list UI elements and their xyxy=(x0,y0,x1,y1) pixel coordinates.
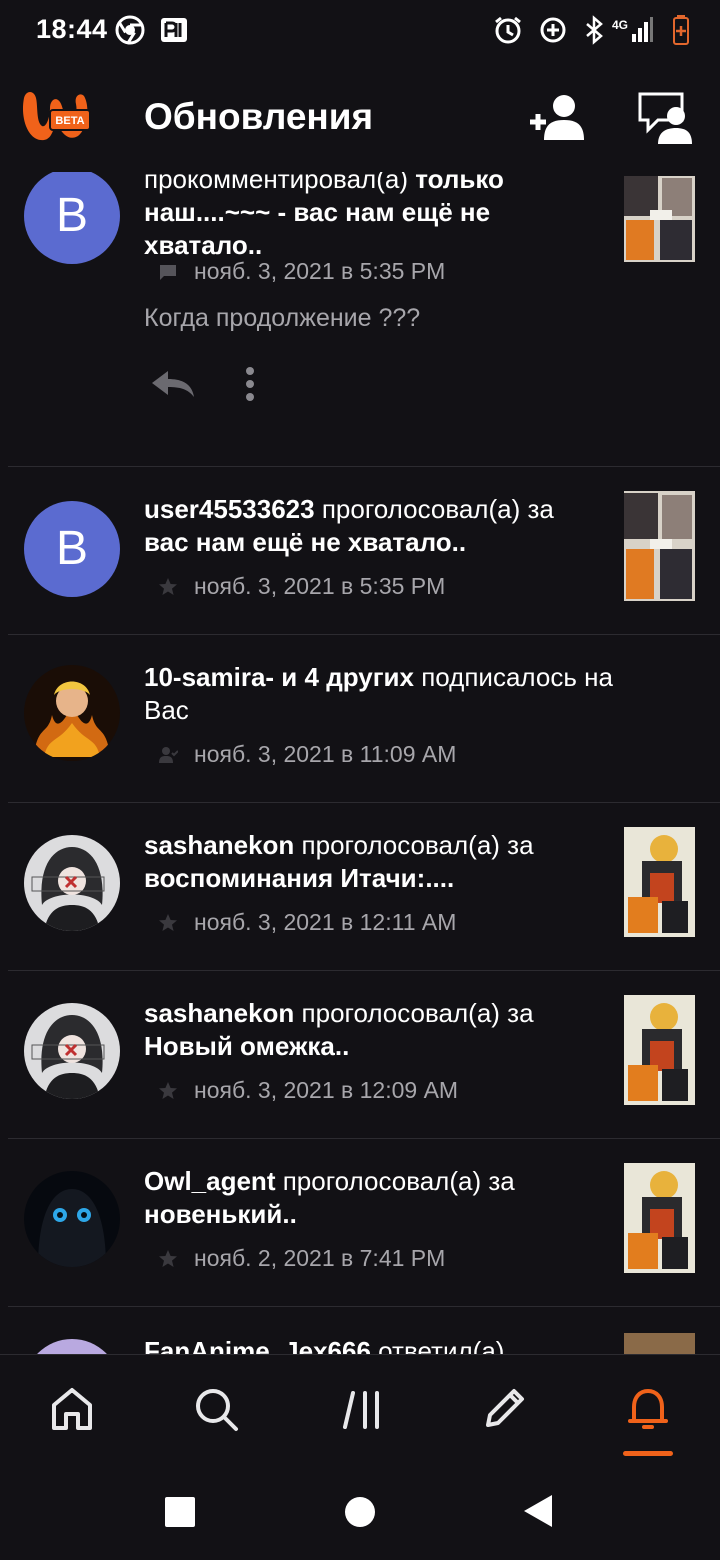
follow-icon xyxy=(159,746,178,763)
action-text: проголосовал(а) за xyxy=(301,830,534,860)
feed-item-comment[interactable]: B user45533623 прокомментировал(а) тольк… xyxy=(8,172,720,467)
feed-item-vote[interactable]: sashanekon проголосовал(а) за Новый омеж… xyxy=(8,971,720,1139)
feed-item-vote[interactable]: sashanekon проголосовал(а) за воспоминан… xyxy=(8,803,720,971)
avatar[interactable] xyxy=(24,1171,120,1267)
app-notification-icon xyxy=(161,18,187,42)
actor-name[interactable]: Owl_agent xyxy=(144,1166,275,1196)
feed-item-text[interactable]: sashanekon проголосовал(а) за Новый омеж… xyxy=(144,997,604,1063)
feed-item-vote[interactable]: Owl_agent проголосовал(а) за новенький..… xyxy=(8,1139,720,1307)
feed-item-meta: нояб. 3, 2021 в 5:35 PM xyxy=(158,573,445,600)
avatar[interactable] xyxy=(24,665,120,761)
actor-name[interactable]: sashanekon xyxy=(144,830,294,860)
avatar[interactable] xyxy=(24,1339,120,1354)
feed-item-text[interactable]: user45533623 прокомментировал(а) только … xyxy=(144,172,604,262)
data-saver-icon xyxy=(540,17,566,43)
feed-item-meta: нояб. 3, 2021 в 12:09 AM xyxy=(158,1077,458,1104)
story-title[interactable]: Новый омежка.. xyxy=(144,1031,349,1061)
feed-item-vote[interactable]: B user45533623 проголосовал(а) за вас на… xyxy=(8,467,720,635)
library-icon[interactable] xyxy=(337,1385,385,1433)
app-bar: BETA Обновления xyxy=(0,62,720,172)
timestamp: нояб. 3, 2021 в 12:09 AM xyxy=(194,1077,459,1103)
reply-icon[interactable] xyxy=(150,369,196,399)
action-text: проголосовал(а) за xyxy=(301,998,534,1028)
story-title[interactable]: воспоминания Итачи:.... xyxy=(144,863,454,893)
comment-actions xyxy=(150,366,256,402)
notifications-icon[interactable] xyxy=(624,1385,672,1433)
feed-item-text[interactable]: Owl_agent проголосовал(а) за новенький.. xyxy=(144,1165,604,1231)
story-cover-thumbnail[interactable] xyxy=(624,1163,695,1273)
actor-name[interactable]: FanAnime_Jex666 xyxy=(144,1336,371,1354)
story-cover-thumbnail[interactable] xyxy=(624,491,695,601)
action-text: проголосовал(а) за xyxy=(321,494,554,524)
story-title[interactable]: новенький.. xyxy=(144,1199,297,1229)
chrome-icon xyxy=(115,15,145,45)
actor-name[interactable]: sashanekon xyxy=(144,998,294,1028)
battery-icon xyxy=(673,15,689,45)
timestamp: нояб. 3, 2021 в 12:11 AM xyxy=(194,909,457,935)
timestamp: нояб. 2, 2021 в 7:41 PM xyxy=(194,1245,446,1271)
timestamp: нояб. 3, 2021 в 5:35 PM xyxy=(194,573,446,599)
action-text: прокомментировал(а) xyxy=(144,172,408,194)
avatar[interactable]: B xyxy=(24,172,120,264)
status-time: 18:44 xyxy=(36,14,108,44)
story-cover-thumbnail[interactable] xyxy=(624,1333,695,1354)
story-cover-thumbnail[interactable] xyxy=(624,827,695,937)
comment-icon xyxy=(160,264,176,280)
action-text: ответил(а) xyxy=(378,1336,505,1354)
avatar[interactable] xyxy=(24,1003,120,1099)
write-icon[interactable] xyxy=(480,1385,528,1433)
avatar[interactable] xyxy=(24,835,120,931)
feed-item-meta: нояб. 3, 2021 в 11:09 AM xyxy=(158,741,456,768)
star-icon xyxy=(159,1081,177,1099)
messages-icon[interactable] xyxy=(636,90,696,146)
timestamp: нояб. 3, 2021 в 11:09 AM xyxy=(194,741,457,767)
feed-item-text[interactable]: user45533623 проголосовал(а) за вас нам … xyxy=(144,493,604,559)
story-cover-thumbnail[interactable] xyxy=(624,176,695,262)
comment-text: Когда продолжение ??? xyxy=(144,304,421,332)
bottom-navigation xyxy=(0,1354,720,1467)
bluetooth-icon xyxy=(586,15,603,45)
feed-item-meta: нояб. 3, 2021 в 5:35 PM xyxy=(158,258,445,285)
home-icon[interactable] xyxy=(48,1385,96,1433)
feed-item-meta: нояб. 2, 2021 в 7:41 PM xyxy=(158,1245,445,1272)
actor-name[interactable]: 10-samira- и 4 других xyxy=(144,662,414,692)
beta-badge: BETA xyxy=(55,115,84,127)
feed-item-text[interactable]: 10-samira- и 4 других подписалось на Вас xyxy=(144,661,664,727)
star-icon xyxy=(159,913,177,931)
home-button-icon[interactable] xyxy=(344,1496,376,1528)
alarm-icon xyxy=(495,16,521,44)
story-title[interactable]: вас нам ещё не хватало.. xyxy=(144,527,466,557)
system-navigation-bar xyxy=(0,1466,720,1560)
feed-item-meta: нояб. 3, 2021 в 12:11 AM xyxy=(158,909,456,936)
notifications-feed[interactable]: B user45533623 прокомментировал(а) тольк… xyxy=(0,172,720,1354)
search-icon[interactable] xyxy=(192,1385,240,1433)
action-text: проголосовал(а) за xyxy=(282,1166,515,1196)
active-tab-indicator xyxy=(623,1451,673,1456)
actor-name[interactable]: user45533623 xyxy=(144,494,315,524)
timestamp: нояб. 3, 2021 в 5:35 PM xyxy=(194,258,446,284)
feed-item-follow[interactable]: 10-samira- и 4 других подписалось на Вас… xyxy=(8,635,720,803)
feed-item-reply[interactable]: FanAnime_Jex666 ответил(а) xyxy=(8,1307,720,1354)
back-icon[interactable] xyxy=(522,1494,554,1528)
story-cover-thumbnail[interactable] xyxy=(624,995,695,1105)
add-friend-icon[interactable] xyxy=(528,90,588,146)
star-icon xyxy=(159,1249,177,1267)
feed-item-text[interactable]: sashanekon проголосовал(а) за воспоминан… xyxy=(144,829,604,895)
recent-apps-icon[interactable] xyxy=(164,1496,196,1528)
star-icon xyxy=(159,577,177,595)
feed-item-text[interactable]: FanAnime_Jex666 ответил(а) xyxy=(144,1335,604,1354)
status-bar: 18:44 4G xyxy=(0,0,720,62)
more-options-icon[interactable] xyxy=(244,366,256,402)
signal-icon xyxy=(632,17,653,42)
avatar[interactable]: B xyxy=(24,501,120,597)
page-title: Обновления xyxy=(144,96,374,137)
wattpad-logo-icon[interactable]: BETA xyxy=(18,88,94,146)
